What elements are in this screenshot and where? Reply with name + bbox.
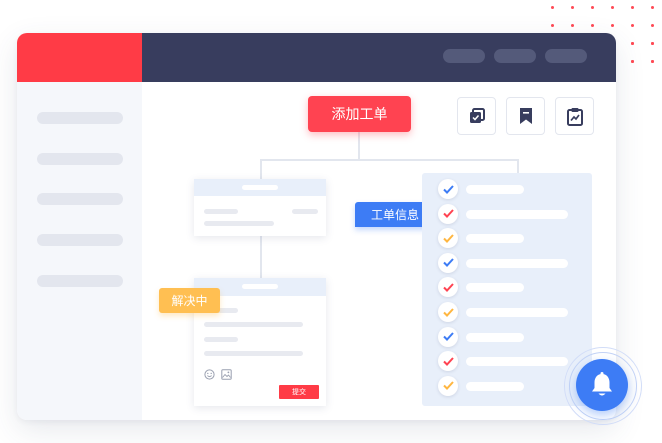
checklist-item[interactable]: [438, 228, 578, 249]
smile-icon[interactable]: [204, 369, 215, 380]
card-header-bar: [242, 284, 278, 289]
connector-line: [517, 159, 519, 173]
resolving-status-tag: 解决中: [159, 288, 220, 313]
checklist-item[interactable]: [438, 375, 578, 396]
checklist-item-label-placeholder: [466, 185, 524, 194]
checklist-item-label-placeholder: [466, 209, 568, 219]
decorative-dot: [631, 60, 634, 63]
decorative-dot: [631, 6, 634, 9]
topbar-pill-3[interactable]: [545, 49, 587, 63]
card-header-bar: [242, 185, 278, 190]
connector-line: [260, 159, 262, 179]
checklist-item[interactable]: [438, 252, 578, 273]
connector-line: [260, 159, 519, 161]
check-icon[interactable]: [438, 277, 458, 298]
notification-button[interactable]: [576, 359, 628, 411]
checklist-item[interactable]: [438, 203, 578, 224]
copy-button[interactable]: [457, 97, 496, 135]
placeholder-line: [292, 209, 318, 214]
check-icon[interactable]: [438, 302, 458, 322]
add-ticket-button[interactable]: 添加工单: [308, 96, 411, 132]
submit-button[interactable]: 提交: [279, 385, 319, 399]
decorative-dot: [551, 6, 554, 9]
check-icon[interactable]: [438, 203, 458, 224]
decorative-dot: [611, 24, 614, 27]
decorative-dot: [551, 24, 554, 27]
sidebar-item-1[interactable]: [37, 112, 123, 124]
image-icon[interactable]: [221, 369, 232, 380]
connector-line: [260, 236, 262, 278]
decorative-dot: [651, 60, 654, 63]
check-icon[interactable]: [438, 252, 458, 273]
decorative-dot: [631, 24, 634, 27]
clipboard-chart-icon: [566, 107, 583, 126]
decorative-dot: [651, 42, 654, 45]
placeholder-line: [204, 209, 238, 214]
topbar-pill-1[interactable]: [443, 49, 485, 63]
clipboard-chart-button[interactable]: [555, 97, 594, 135]
decorative-dot: [591, 6, 594, 9]
checklist-item[interactable]: [438, 179, 578, 199]
checklist-item-label-placeholder: [466, 308, 568, 317]
decorative-dot: [611, 6, 614, 9]
checklist-item-label-placeholder: [466, 381, 524, 391]
card-header: [194, 179, 326, 196]
check-icon[interactable]: [438, 179, 458, 199]
placeholder-line: [204, 351, 303, 356]
decorative-dot: [651, 6, 654, 9]
checklist-item-label-placeholder: [466, 234, 524, 244]
sidebar-item-5[interactable]: [37, 275, 123, 287]
check-icon[interactable]: [438, 351, 458, 372]
placeholder-line: [204, 322, 303, 327]
bookmark-icon: [519, 108, 532, 124]
checklist-item-label-placeholder: [466, 332, 524, 342]
ticket-card-top[interactable]: [194, 179, 326, 236]
sidebar-item-3[interactable]: [37, 193, 123, 205]
topbar: [142, 33, 616, 82]
check-icon[interactable]: [438, 326, 458, 347]
sidebar-item-4[interactable]: [37, 234, 123, 246]
decorative-dot: [651, 24, 654, 27]
checklist-item[interactable]: [438, 351, 578, 372]
topbar-pill-2[interactable]: [494, 49, 536, 63]
decorative-dot: [591, 24, 594, 27]
check-icon[interactable]: [438, 375, 458, 396]
sidebar: [17, 82, 142, 420]
check-icon[interactable]: [438, 228, 458, 249]
topbar-brand-block: [17, 33, 142, 82]
checklist-item[interactable]: [438, 277, 578, 298]
decorative-dot: [631, 42, 634, 45]
checklist-item-label-placeholder: [466, 283, 524, 293]
bookmark-button[interactable]: [506, 97, 545, 135]
placeholder-line: [204, 221, 274, 226]
checklist-item-label-placeholder: [466, 357, 568, 367]
sidebar-item-2[interactable]: [37, 153, 123, 165]
decorative-dot: [571, 24, 574, 27]
checklist-item[interactable]: [438, 326, 578, 347]
decorative-dot: [571, 6, 574, 9]
placeholder-line: [204, 337, 238, 342]
bell-icon: [592, 372, 612, 396]
copy-icon: [469, 108, 485, 123]
checklist-item-label-placeholder: [466, 258, 568, 268]
checklist-item[interactable]: [438, 302, 578, 322]
connector-line: [358, 132, 360, 160]
